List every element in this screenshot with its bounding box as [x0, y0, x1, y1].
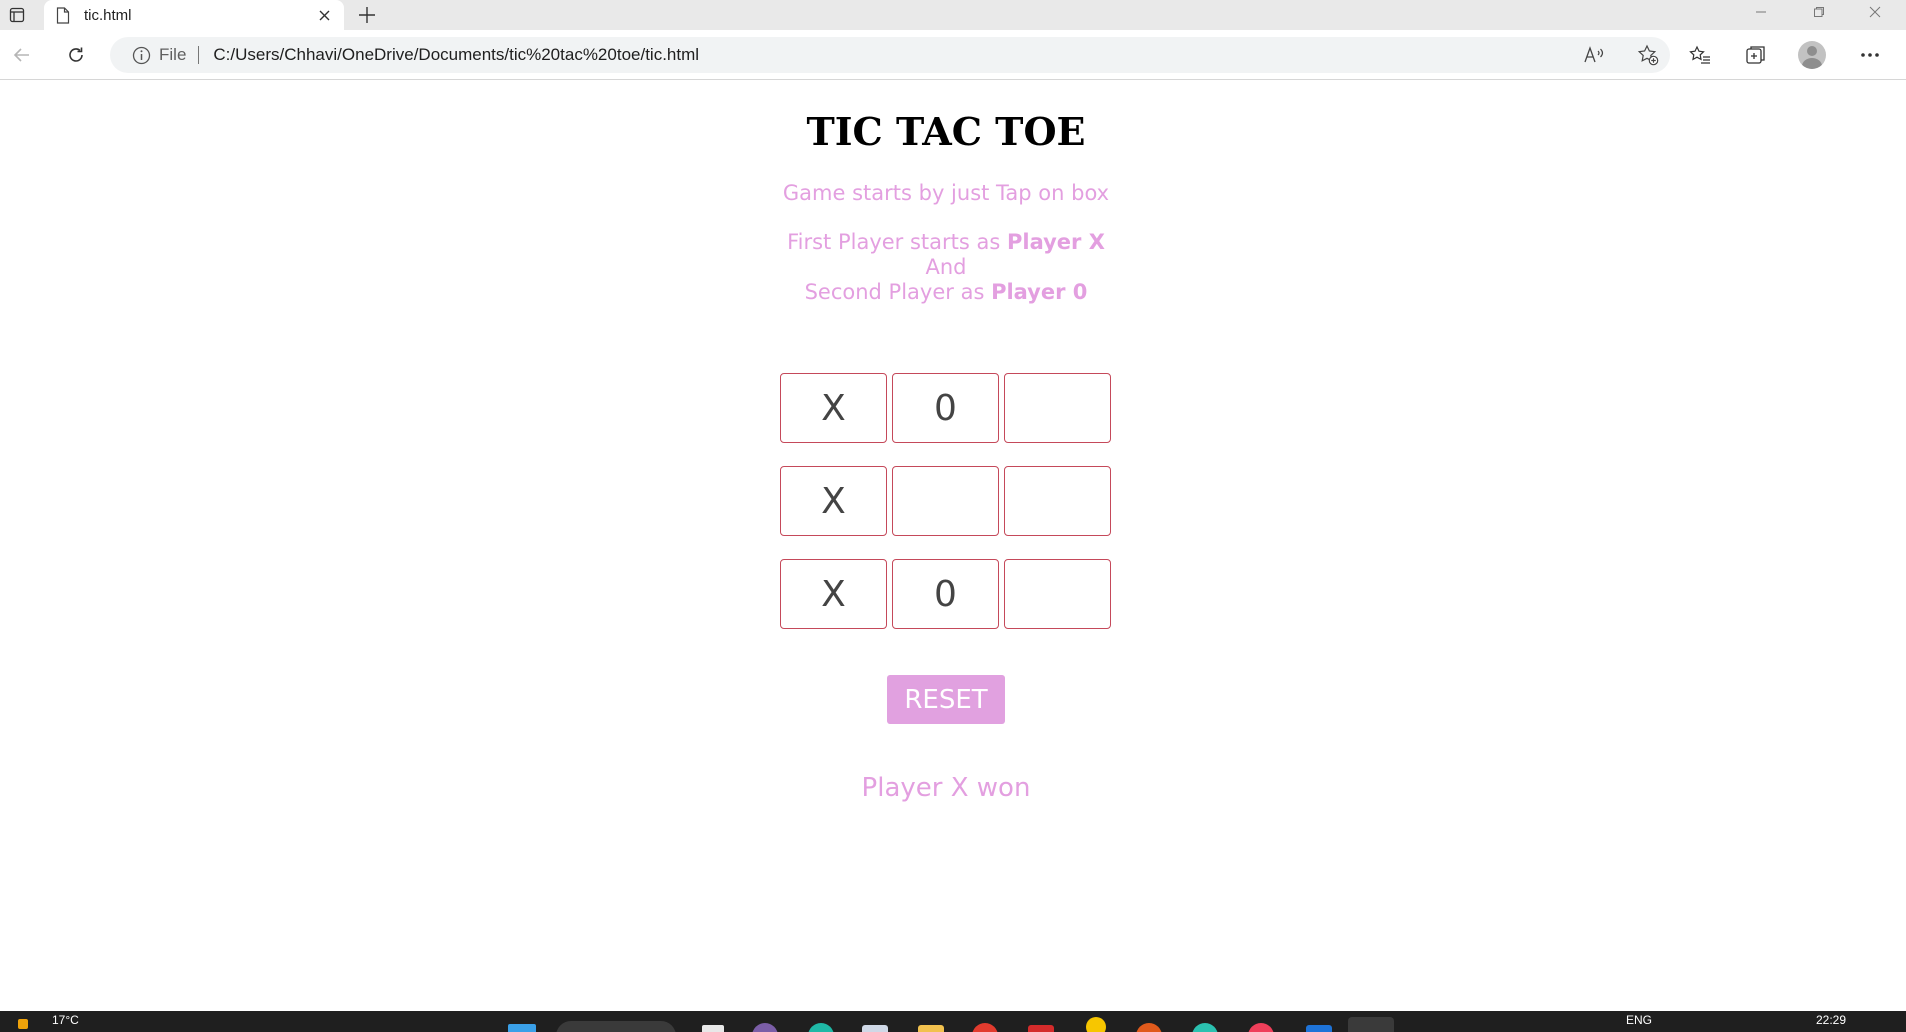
firefox-icon[interactable] [1136, 1023, 1162, 1032]
instruction-text: Game starts by just Tap on box [782, 181, 1110, 205]
player-x-label: Player X [1007, 230, 1105, 254]
favorites-button[interactable] [1684, 39, 1716, 71]
board-cell-4[interactable]: X [780, 466, 887, 536]
teams-icon[interactable] [752, 1023, 778, 1032]
app-icon-pink[interactable] [1248, 1023, 1274, 1032]
board-cell-8[interactable]: 0 [892, 559, 999, 629]
close-icon [319, 10, 329, 20]
minimize-button[interactable] [1736, 0, 1786, 24]
taskbar-search-box[interactable] [556, 1021, 676, 1032]
player-info-line-2: And [925, 255, 967, 279]
weather-temperature: 17°C [52, 1013, 79, 1027]
edge-icon[interactable] [808, 1023, 834, 1032]
file-explorer-icon[interactable] [918, 1025, 944, 1032]
clock-time[interactable]: 22:29 [1816, 1013, 1846, 1027]
address-url[interactable]: C:/Users/Chhavi/OneDrive/Documents/tic%2… [213, 45, 699, 65]
browser-toolbar: File C:/Users/Chhavi/OneDrive/Documents/… [0, 30, 1906, 80]
weather-icon [18, 1019, 28, 1029]
restore-button[interactable] [1794, 0, 1844, 24]
restore-icon [1814, 7, 1824, 17]
tab-bar: tic.html [0, 0, 1906, 30]
board-cell-7[interactable]: X [780, 559, 887, 629]
app-icon-teal[interactable] [1192, 1023, 1218, 1032]
result-message: Player X won [861, 773, 1031, 803]
board-cell-2[interactable]: 0 [892, 373, 999, 443]
reset-button[interactable]: RESET [887, 675, 1005, 724]
page-content: TIC TAC TOE Game starts by just Tap on b… [0, 81, 1906, 1011]
star-add-icon [1637, 44, 1659, 66]
refresh-icon [69, 47, 83, 62]
info-icon [132, 46, 151, 64]
address-scheme-label: File [159, 45, 187, 64]
minimize-icon [1756, 11, 1766, 13]
board-cell-6[interactable] [1004, 466, 1111, 536]
close-window-button[interactable] [1850, 0, 1900, 24]
language-indicator[interactable]: ENG [1626, 1013, 1652, 1027]
tab-title: tic.html [84, 6, 132, 24]
start-icon[interactable] [508, 1024, 536, 1032]
collections-button[interactable] [1740, 39, 1772, 71]
task-view-icon[interactable] [702, 1025, 724, 1032]
page-icon [56, 6, 70, 24]
refresh-button[interactable] [60, 39, 92, 71]
player-info-line-1-text: First Player starts as [787, 230, 1007, 254]
app-icon-red[interactable] [972, 1023, 998, 1032]
player-info-line-3: Second Player as Player 0 [0, 280, 1892, 305]
back-button[interactable] [6, 39, 38, 71]
address-bar[interactable]: File C:/Users/Chhavi/OneDrive/Documents/… [110, 37, 1670, 73]
collections-icon [1746, 46, 1765, 64]
avatar [1798, 41, 1826, 69]
player-info-line-3-text: Second Player as [804, 280, 992, 304]
favorites-list-icon [1689, 45, 1710, 64]
player-info-line-1: First Player starts as Player X [0, 230, 1892, 255]
more-options-button[interactable] [1854, 39, 1886, 71]
new-tab-button[interactable] [352, 0, 382, 30]
read-aloud-icon [1584, 46, 1604, 63]
board-cell-1[interactable]: X [780, 373, 887, 443]
mail-icon[interactable] [1028, 1025, 1054, 1032]
address-separator [198, 46, 200, 64]
vscode-icon[interactable] [1306, 1025, 1332, 1032]
page-title: TIC TAC TOE [806, 109, 1086, 154]
add-favorite-button[interactable] [1634, 41, 1662, 69]
browser-tab[interactable]: tic.html [44, 0, 344, 30]
tab-actions-button[interactable] [6, 0, 28, 30]
tab-actions-icon [9, 7, 25, 23]
store-icon[interactable] [862, 1025, 888, 1032]
back-arrow-icon [13, 48, 29, 62]
plus-icon [359, 7, 375, 23]
board-cell-3[interactable] [1004, 373, 1111, 443]
read-aloud-button[interactable] [1580, 41, 1608, 69]
profile-button[interactable] [1796, 39, 1828, 71]
active-app-highlight[interactable] [1348, 1017, 1394, 1032]
close-window-icon [1869, 6, 1881, 18]
tab-close-button[interactable] [314, 5, 334, 25]
board-cell-5[interactable] [892, 466, 999, 536]
chrome-icon[interactable] [1086, 1017, 1106, 1032]
taskbar: 17°C ENG 22:29 [0, 1011, 1906, 1032]
more-icon [1861, 53, 1879, 57]
player-0-label: Player 0 [991, 280, 1088, 304]
board-cell-9[interactable] [1004, 559, 1111, 629]
